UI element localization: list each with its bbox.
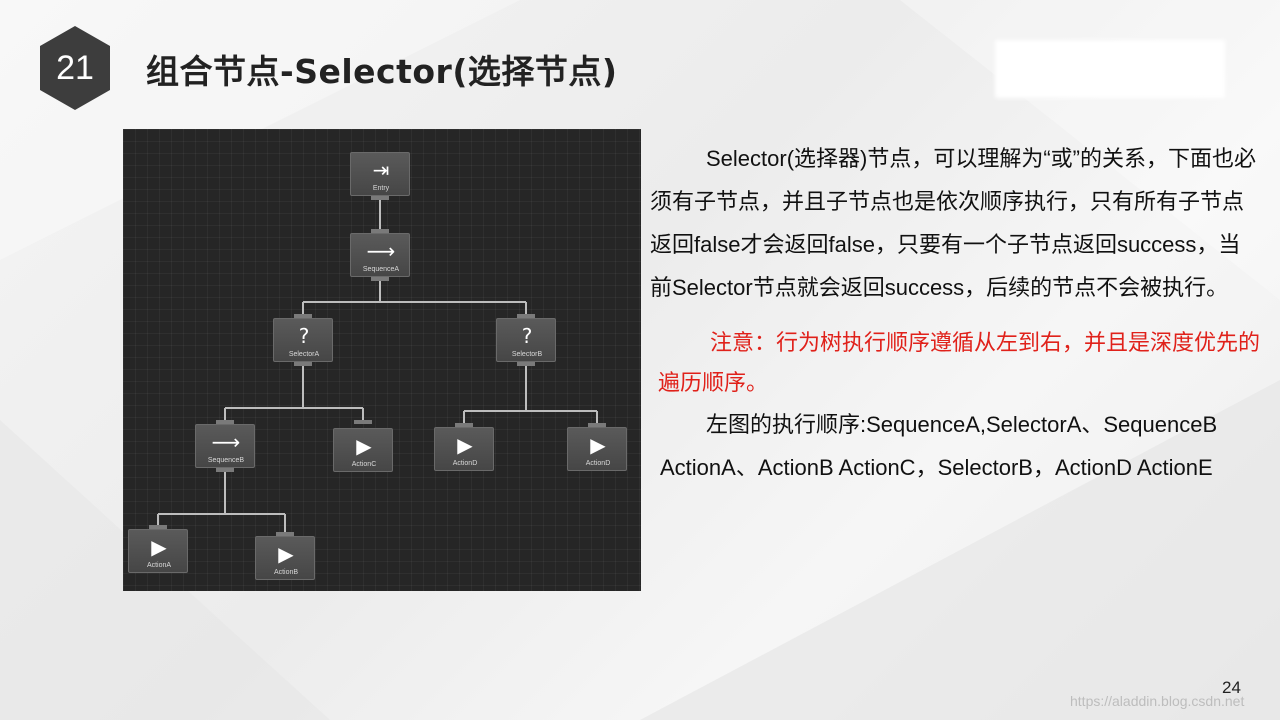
slide-number: 21 <box>56 48 94 87</box>
play-icon: ▶ <box>356 434 372 458</box>
description-text: Selector(选择器)节点，可以理解为“或”的关系，下面也必须有子节点，并且… <box>650 137 1262 489</box>
play-icon: ▶ <box>457 433 473 457</box>
tree-node-action-b: ▶ ActionB <box>255 536 315 580</box>
node-port <box>294 362 312 366</box>
traversal-note: 注意：行为树执行顺序遵循从左到右，并且是深度优先的遍历顺序。 <box>658 330 1261 395</box>
node-label: ActionA <box>146 562 172 569</box>
node-label: ActionB <box>273 569 299 576</box>
tree-node-entry: ⇥ Entry <box>350 152 410 196</box>
tree-node-selector-a: ? SelectorA <box>273 318 333 362</box>
tree-node-action-c: ▶ ActionC <box>333 428 393 472</box>
arrow-right-icon: ⟶ <box>366 239 396 263</box>
question-mark-icon: ? <box>298 324 310 348</box>
node-port <box>371 196 389 200</box>
node-label: SelectorB <box>511 351 543 358</box>
node-port <box>371 277 389 281</box>
node-port <box>517 362 535 366</box>
node-label: SequenceA <box>362 266 400 273</box>
node-label: ActionC <box>351 461 377 468</box>
node-label: Entry <box>372 185 390 192</box>
entry-icon: ⇥ <box>372 158 390 182</box>
play-icon: ▶ <box>278 542 294 566</box>
tree-node-sequence-a: ⟶ SequenceA <box>350 233 410 277</box>
tree-node-action-d-1: ▶ ActionD <box>434 427 494 471</box>
node-port <box>216 468 234 472</box>
tree-node-action-d-2: ▶ ActionD <box>567 427 627 471</box>
play-icon: ▶ <box>590 433 606 457</box>
node-label: ActionD <box>585 460 611 467</box>
tree-node-sequence-b: ⟶ SequenceB <box>195 424 255 468</box>
tree-node-selector-b: ? SelectorB <box>496 318 556 362</box>
watermark: https://aladdin.blog.csdn.net <box>1070 693 1245 709</box>
node-label: ActionD <box>452 460 478 467</box>
tree-node-action-a: ▶ ActionA <box>128 529 188 573</box>
question-mark-icon: ? <box>521 324 533 348</box>
node-label: SelectorA <box>288 351 320 358</box>
slide-title: 组合节点-Selector(选择节点) <box>146 52 618 91</box>
node-port <box>354 420 372 424</box>
play-icon: ▶ <box>151 535 167 559</box>
selector-description: Selector(选择器)节点，可以理解为“或”的关系，下面也必须有子节点，并且… <box>650 146 1257 300</box>
logo-area <box>995 40 1225 98</box>
node-label: SequenceB <box>207 457 245 464</box>
arrow-right-icon: ⟶ <box>211 430 241 454</box>
execution-order: 左图的执行顺序:SequenceA,SelectorA、SequenceB Ac… <box>660 412 1218 480</box>
behavior-tree-panel: ⇥ Entry ⟶ SequenceA ? SelectorA ? Select… <box>123 129 641 591</box>
